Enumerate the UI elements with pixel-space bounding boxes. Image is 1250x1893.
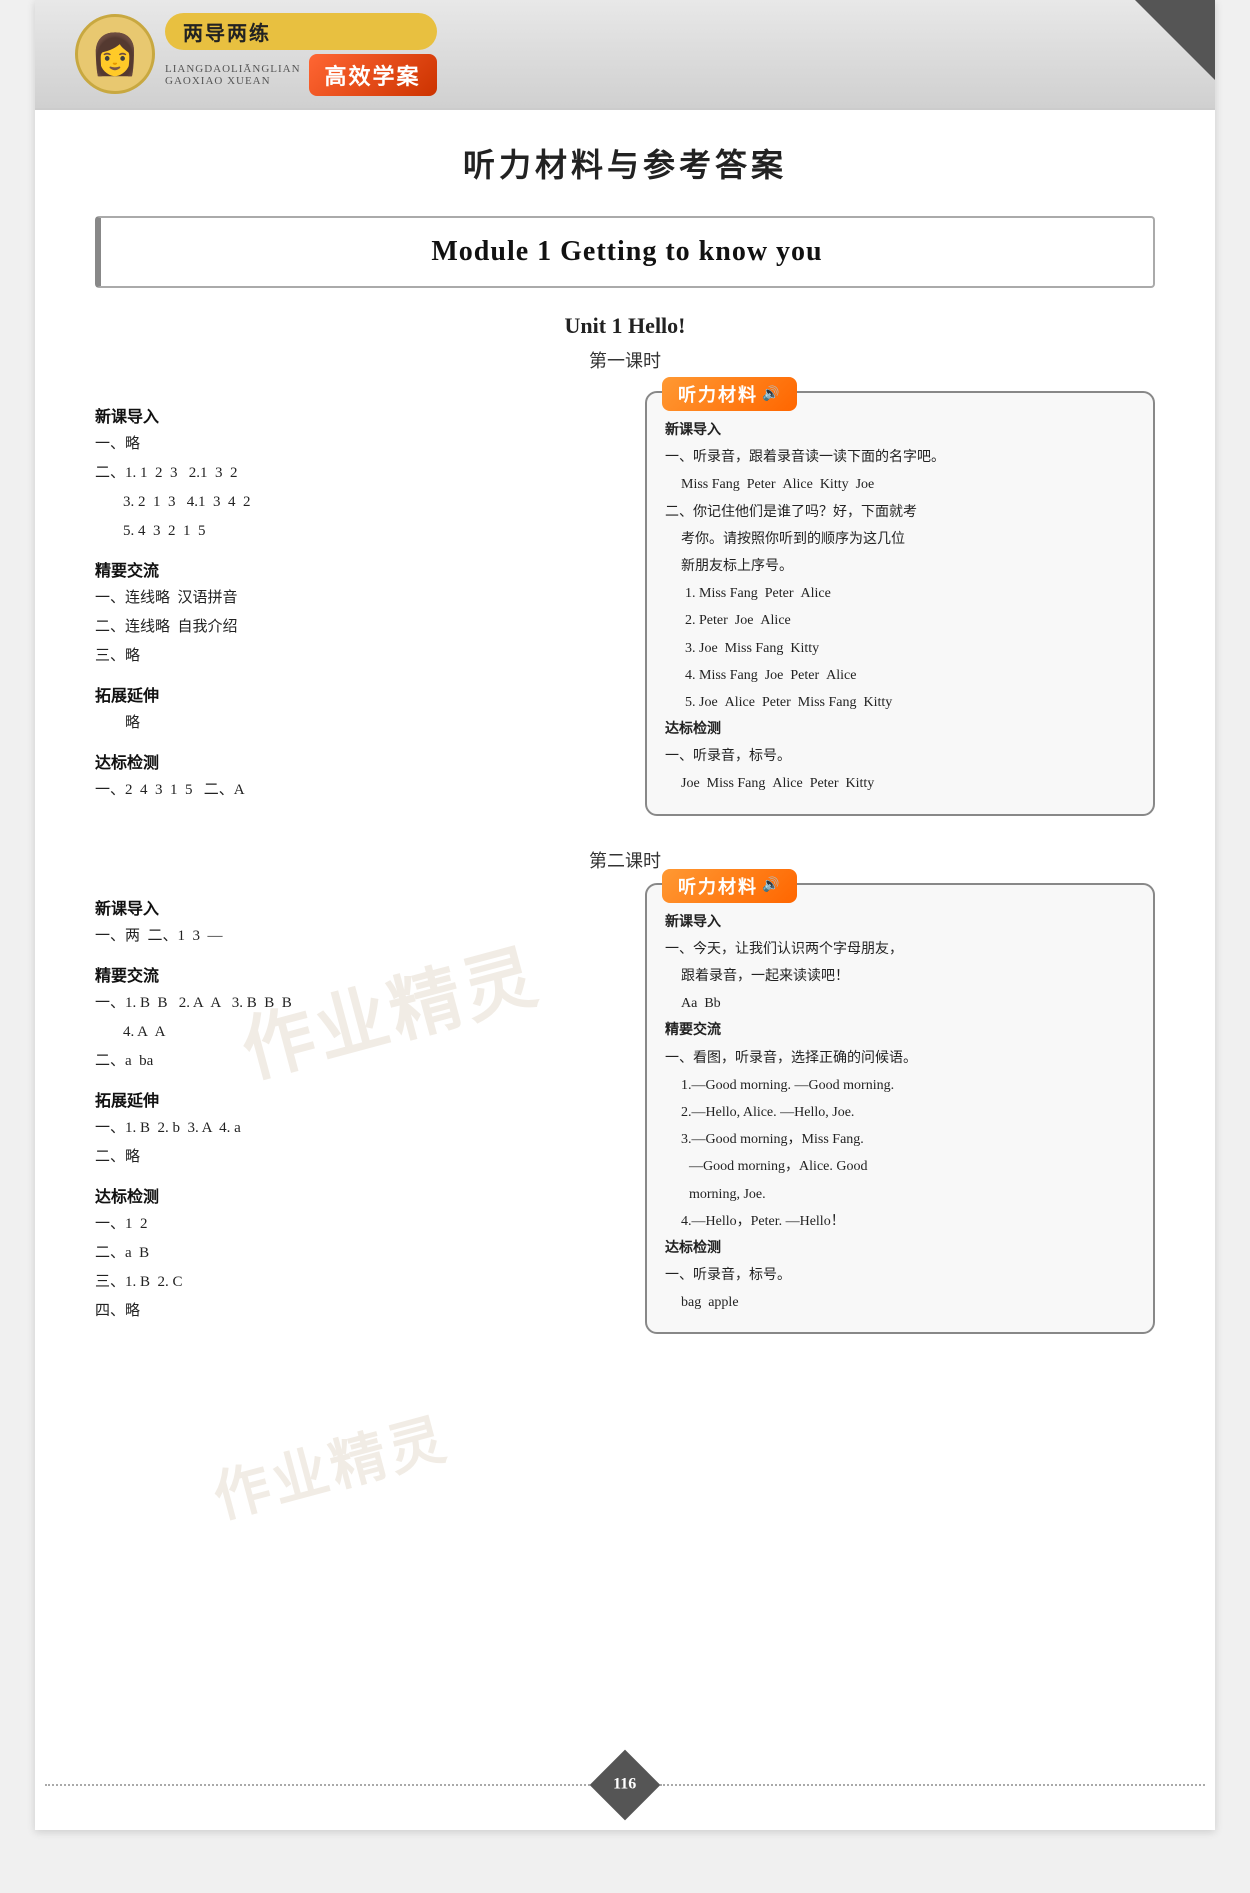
xinkejudao-content-1: 一、略 二、1. 1 2 3 2.1 3 2 3. 2 1 3 4.1 3 4 … [95, 431, 605, 545]
lesson1-label: 第一课时 [95, 347, 1155, 373]
lesson2-right-col: 听力材料 新课导入 一、今天，让我们认识两个字母朋友， 跟着录音，一起来读读吧！… [635, 883, 1155, 1351]
tuozhan-heading-2: 拓展延伸 [95, 1087, 605, 1111]
brand-bottom-row: LIANGDAOLIĀNGLIAN GAOXIAO XUEAN 高效学案 [165, 54, 437, 96]
logo-circle: 👩 [75, 14, 155, 94]
module-title: Module 1 Getting to know you [141, 236, 1113, 268]
page-num-diamond-container: 116 [600, 1760, 650, 1810]
header-logo: 👩 两导两练 LIANGDAOLIĀNGLIAN GAOXIAO XUEAN 高… [75, 13, 437, 96]
logo-figure: 👩 [90, 31, 140, 78]
brand-pinyin: LIANGDAOLIĀNGLIAN [165, 63, 301, 75]
tuozhan-heading-1: 拓展延伸 [95, 682, 605, 706]
jingshijiaoliu-content-1: 一、连线略 汉语拼音 二、连线略 自我介绍 三、略 [95, 585, 605, 670]
brand-top: 两导两练 [165, 13, 437, 50]
dotted-line-right [660, 1784, 1205, 1786]
main-content: 听力材料与参考答案 Module 1 Getting to know you U… [35, 110, 1215, 1380]
dabiao-content-2: 一、1 2 二、a B 三、1. B 2. C 四、略 [95, 1211, 605, 1325]
lesson2-two-col: 新课导入 一、两 二、1 3 — 精要交流 一、1. B B 2. A A 3.… [95, 883, 1155, 1351]
xinkejudao-heading-2: 新课导入 [95, 895, 605, 919]
tuozhan-content-1: 略 [95, 710, 605, 737]
listen-box-1-content: 新课导入 一、听录音，跟着录音读一读下面的名字吧。 Miss Fang Pete… [665, 418, 1135, 797]
page-num-diamond: 116 [590, 1750, 661, 1821]
jingshijiaoliu-heading-1: 精要交流 [95, 557, 605, 581]
unit-title: Unit 1 Hello! [95, 313, 1155, 339]
header: 👩 两导两练 LIANGDAOLIĀNGLIAN GAOXIAO XUEAN 高… [35, 0, 1215, 110]
dabiao-heading-2: 达标检测 [95, 1183, 605, 1207]
brand-pinyin2: GAOXIAO XUEAN [165, 75, 301, 87]
listen-title-2: 听力材料 [662, 869, 797, 903]
lesson2-label: 第二课时 [95, 847, 1155, 873]
xinkejudao-heading-1: 新课导入 [95, 403, 605, 427]
dotted-line-left [45, 1784, 590, 1786]
dabiaojiance-heading-1: 达标检测 [95, 749, 605, 773]
page-number-area: 116 [35, 1760, 1215, 1810]
page-title: 听力材料与参考答案 [95, 140, 1155, 186]
dabiaojiance-content-1: 一、2 4 3 1 5 二、A [95, 777, 605, 804]
listen-title-1: 听力材料 [662, 377, 797, 411]
tuozhan-content-2: 一、1. B 2. b 3. A 4. a 二、略 [95, 1115, 605, 1171]
module-title-box: Module 1 Getting to know you [95, 216, 1155, 288]
listen-box-1: 听力材料 新课导入 一、听录音，跟着录音读一读下面的名字吧。 Miss Fang… [645, 391, 1155, 816]
lesson1-right-col: 听力材料 新课导入 一、听录音，跟着录音读一读下面的名字吧。 Miss Fang… [635, 391, 1155, 832]
lesson1-two-col: 新课导入 一、略 二、1. 1 2 3 2.1 3 2 3. 2 1 3 4.1… [95, 391, 1155, 832]
page-number: 116 [613, 1776, 636, 1794]
watermark2: 作业精灵 [204, 1394, 457, 1534]
lesson1-left-col: 新课导入 一、略 二、1. 1 2 3 2.1 3 2 3. 2 1 3 4.1… [95, 391, 615, 832]
page: 👩 两导两练 LIANGDAOLIĀNGLIAN GAOXIAO XUEAN 高… [35, 0, 1215, 1830]
brand-chinese: 高效学案 [309, 54, 437, 96]
listen-box-2-content: 新课导入 一、今天，让我们认识两个字母朋友， 跟着录音，一起来读读吧！ Aa B… [665, 910, 1135, 1316]
listen-box-2: 听力材料 新课导入 一、今天，让我们认识两个字母朋友， 跟着录音，一起来读读吧！… [645, 883, 1155, 1335]
jingshijiaoliu-heading-2: 精要交流 [95, 962, 605, 986]
brand-container: 两导两练 LIANGDAOLIĀNGLIAN GAOXIAO XUEAN 高效学… [165, 13, 437, 96]
jingshijiaoliu-content-2: 一、1. B B 2. A A 3. B B B 4. A A 二、a ba [95, 990, 605, 1075]
corner-triangle [1135, 0, 1215, 80]
lesson2-left-col: 新课导入 一、两 二、1 3 — 精要交流 一、1. B B 2. A A 3.… [95, 883, 615, 1351]
xinkejudao-content-2: 一、两 二、1 3 — [95, 923, 605, 950]
